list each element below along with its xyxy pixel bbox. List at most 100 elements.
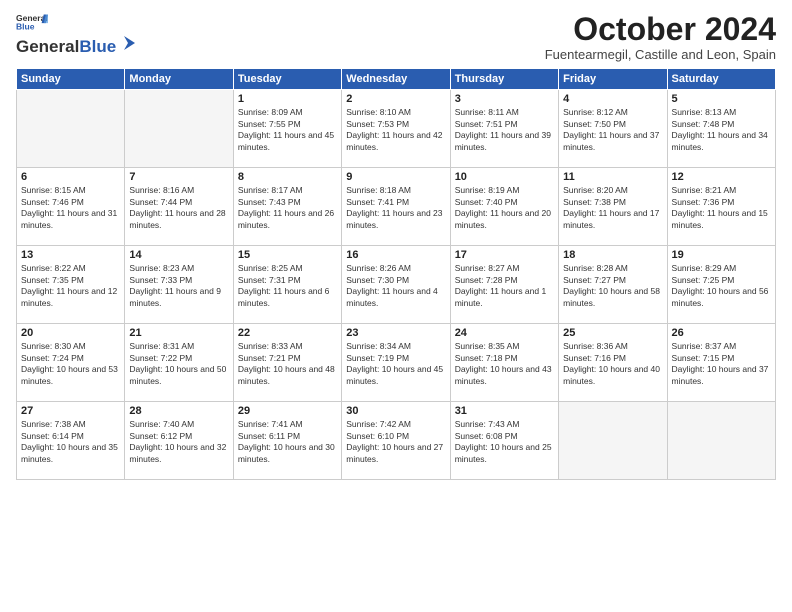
calendar-cell: 13 Sunrise: 8:22 AMSunset: 7:35 PMDayligh…	[17, 246, 125, 324]
calendar-cell: 31 Sunrise: 7:43 AMSunset: 6:08 PMDayligh…	[450, 402, 558, 480]
calendar-cell: 25 Sunrise: 8:36 AMSunset: 7:16 PMDayligh…	[559, 324, 667, 402]
month-title: October 2024	[545, 12, 776, 47]
day-number: 16	[346, 249, 445, 261]
calendar-header-sunday: Sunday	[17, 69, 125, 90]
svg-text:Blue: Blue	[16, 21, 35, 31]
calendar-header-row: SundayMondayTuesdayWednesdayThursdayFrid…	[17, 69, 776, 90]
logo: General Blue General Blue	[16, 12, 137, 57]
day-number: 15	[238, 249, 337, 261]
calendar-cell	[125, 90, 233, 168]
day-info: Sunrise: 8:15 AMSunset: 7:46 PMDaylight:…	[21, 185, 120, 231]
calendar-cell: 14Sunrise: 8:23 AMSunset: 7:33 PMDayligh…	[125, 246, 233, 324]
day-info: Sunrise: 8:25 AMSunset: 7:31 PMDaylight:…	[238, 263, 337, 309]
calendar-cell: 18Sunrise: 8:28 AMSunset: 7:27 PMDayligh…	[559, 246, 667, 324]
day-info: Sunrise: 7:42 AMSunset: 6:10 PMDaylight:…	[346, 419, 445, 465]
calendar-cell	[559, 402, 667, 480]
day-info: Sunrise: 8:33 AMSunset: 7:21 PMDaylight:…	[238, 341, 337, 387]
day-number: 23	[346, 327, 445, 339]
day-number: 8	[238, 171, 337, 183]
day-info: Sunrise: 7:38 AMSunset: 6:14 PMDaylight:…	[21, 419, 120, 465]
calendar-week-4: 27 Sunrise: 7:38 AMSunset: 6:14 PMDayligh…	[17, 402, 776, 480]
calendar-cell: 24 Sunrise: 8:35 AMSunset: 7:18 PMDayligh…	[450, 324, 558, 402]
calendar-cell: 30 Sunrise: 7:42 AMSunset: 6:10 PMDayligh…	[342, 402, 450, 480]
day-number: 20	[21, 327, 120, 339]
calendar-cell: 21Sunrise: 8:31 AMSunset: 7:22 PMDayligh…	[125, 324, 233, 402]
logo-general: General	[16, 37, 79, 57]
calendar-header-thursday: Thursday	[450, 69, 558, 90]
calendar-cell: 10 Sunrise: 8:19 AMSunset: 7:40 PMDayligh…	[450, 168, 558, 246]
calendar-cell: 12 Sunrise: 8:21 AMSunset: 7:36 PMDayligh…	[667, 168, 775, 246]
calendar-cell: 1Sunrise: 8:09 AMSunset: 7:55 PMDaylight…	[233, 90, 341, 168]
calendar-cell: 27 Sunrise: 7:38 AMSunset: 6:14 PMDayligh…	[17, 402, 125, 480]
day-number: 17	[455, 249, 554, 261]
logo-arrow-icon	[119, 34, 137, 52]
calendar-week-0: 1Sunrise: 8:09 AMSunset: 7:55 PMDaylight…	[17, 90, 776, 168]
day-info: Sunrise: 8:27 AMSunset: 7:28 PMDaylight:…	[455, 263, 554, 309]
day-info: Sunrise: 8:28 AMSunset: 7:27 PMDaylight:…	[563, 263, 662, 309]
header: General Blue General Blue October 2024 F…	[16, 12, 776, 62]
day-number: 9	[346, 171, 445, 183]
calendar-cell: 26Sunrise: 8:37 AMSunset: 7:15 PMDayligh…	[667, 324, 775, 402]
day-info: Sunrise: 8:22 AMSunset: 7:35 PMDaylight:…	[21, 263, 120, 309]
day-number: 4	[563, 93, 662, 105]
calendar-cell: 9 Sunrise: 8:18 AMSunset: 7:41 PMDaylight…	[342, 168, 450, 246]
location-subtitle: Fuentearmegil, Castille and Leon, Spain	[545, 47, 776, 62]
day-info: Sunrise: 7:40 AMSunset: 6:12 PMDaylight:…	[129, 419, 228, 465]
calendar-header-saturday: Saturday	[667, 69, 775, 90]
calendar-cell: 4 Sunrise: 8:12 AMSunset: 7:50 PMDaylight…	[559, 90, 667, 168]
day-number: 25	[563, 327, 662, 339]
page: General Blue General Blue October 2024 F…	[0, 0, 792, 612]
calendar-cell	[667, 402, 775, 480]
calendar-cell	[17, 90, 125, 168]
logo-blue: Blue	[79, 37, 116, 57]
day-number: 2	[346, 93, 445, 105]
day-info: Sunrise: 8:16 AMSunset: 7:44 PMDaylight:…	[129, 185, 228, 231]
calendar-cell: 8 Sunrise: 8:17 AMSunset: 7:43 PMDaylight…	[233, 168, 341, 246]
calendar-table: SundayMondayTuesdayWednesdayThursdayFrid…	[16, 68, 776, 480]
calendar-cell: 16Sunrise: 8:26 AMSunset: 7:30 PMDayligh…	[342, 246, 450, 324]
day-number: 28	[129, 405, 228, 417]
day-number: 21	[129, 327, 228, 339]
day-info: Sunrise: 8:21 AMSunset: 7:36 PMDaylight:…	[672, 185, 771, 231]
day-info: Sunrise: 8:29 AMSunset: 7:25 PMDaylight:…	[672, 263, 771, 309]
calendar-week-3: 20 Sunrise: 8:30 AMSunset: 7:24 PMDayligh…	[17, 324, 776, 402]
calendar-header-friday: Friday	[559, 69, 667, 90]
day-number: 12	[672, 171, 771, 183]
day-number: 27	[21, 405, 120, 417]
day-number: 10	[455, 171, 554, 183]
day-info: Sunrise: 8:20 AMSunset: 7:38 PMDaylight:…	[563, 185, 662, 231]
calendar-cell: 6 Sunrise: 8:15 AMSunset: 7:46 PMDaylight…	[17, 168, 125, 246]
day-number: 19	[672, 249, 771, 261]
calendar-cell: 23Sunrise: 8:34 AMSunset: 7:19 PMDayligh…	[342, 324, 450, 402]
calendar-cell: 17 Sunrise: 8:27 AMSunset: 7:28 PMDayligh…	[450, 246, 558, 324]
day-info: Sunrise: 8:10 AMSunset: 7:53 PMDaylight:…	[346, 107, 445, 153]
day-info: Sunrise: 8:30 AMSunset: 7:24 PMDaylight:…	[21, 341, 120, 387]
day-number: 3	[455, 93, 554, 105]
day-number: 22	[238, 327, 337, 339]
calendar-cell: 5Sunrise: 8:13 AMSunset: 7:48 PMDaylight…	[667, 90, 775, 168]
day-info: Sunrise: 8:13 AMSunset: 7:48 PMDaylight:…	[672, 107, 771, 153]
calendar-cell: 22 Sunrise: 8:33 AMSunset: 7:21 PMDayligh…	[233, 324, 341, 402]
day-info: Sunrise: 8:35 AMSunset: 7:18 PMDaylight:…	[455, 341, 554, 387]
day-info: Sunrise: 8:36 AMSunset: 7:16 PMDaylight:…	[563, 341, 662, 387]
calendar-cell: 19 Sunrise: 8:29 AMSunset: 7:25 PMDayligh…	[667, 246, 775, 324]
calendar-header-monday: Monday	[125, 69, 233, 90]
day-info: Sunrise: 8:19 AMSunset: 7:40 PMDaylight:…	[455, 185, 554, 231]
day-number: 13	[21, 249, 120, 261]
calendar-cell: 15 Sunrise: 8:25 AMSunset: 7:31 PMDayligh…	[233, 246, 341, 324]
calendar-cell: 7 Sunrise: 8:16 AMSunset: 7:44 PMDaylight…	[125, 168, 233, 246]
calendar-week-1: 6 Sunrise: 8:15 AMSunset: 7:46 PMDaylight…	[17, 168, 776, 246]
day-number: 24	[455, 327, 554, 339]
day-info: Sunrise: 8:37 AMSunset: 7:15 PMDaylight:…	[672, 341, 771, 387]
day-number: 1	[238, 93, 337, 105]
day-number: 30	[346, 405, 445, 417]
day-info: Sunrise: 7:43 AMSunset: 6:08 PMDaylight:…	[455, 419, 554, 465]
day-info: Sunrise: 8:12 AMSunset: 7:50 PMDaylight:…	[563, 107, 662, 153]
day-number: 7	[129, 171, 228, 183]
calendar-cell: 29Sunrise: 7:41 AMSunset: 6:11 PMDayligh…	[233, 402, 341, 480]
day-number: 31	[455, 405, 554, 417]
day-info: Sunrise: 8:18 AMSunset: 7:41 PMDaylight:…	[346, 185, 445, 231]
calendar-cell: 2 Sunrise: 8:10 AMSunset: 7:53 PMDaylight…	[342, 90, 450, 168]
day-info: Sunrise: 8:17 AMSunset: 7:43 PMDaylight:…	[238, 185, 337, 231]
day-number: 6	[21, 171, 120, 183]
